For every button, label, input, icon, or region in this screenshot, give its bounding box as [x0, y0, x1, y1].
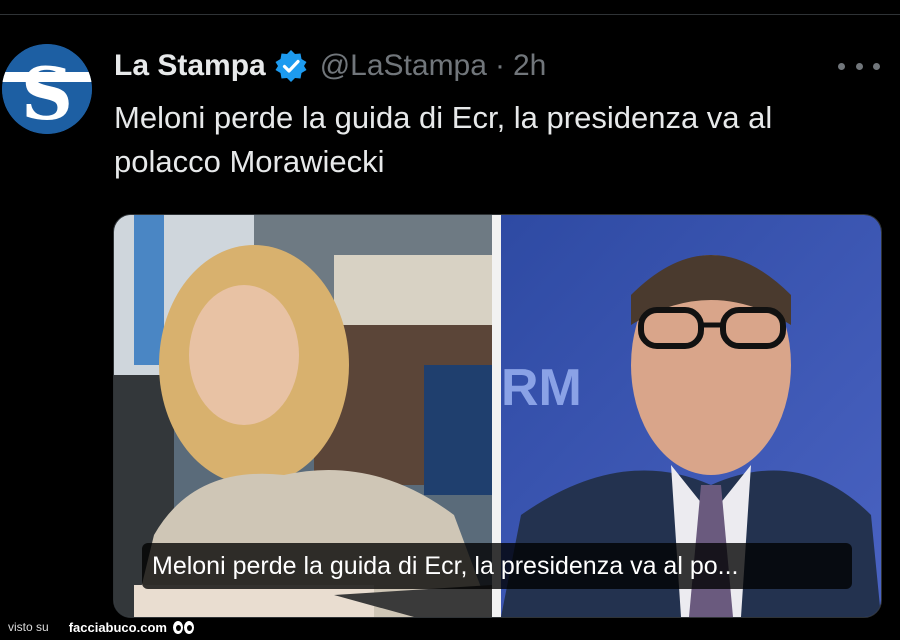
avatar[interactable]: S: [2, 44, 92, 134]
site-label[interactable]: facciabuco.com: [69, 620, 167, 635]
top-divider: [0, 14, 900, 15]
avatar-letter: S: [21, 51, 73, 134]
more-dot: [873, 62, 880, 70]
watermark-footer: visto su facciabuco.com: [8, 618, 195, 636]
tweet-header: La Stampa @LaStampa · 2h: [114, 46, 546, 86]
author-handle[interactable]: @LaStampa: [320, 49, 487, 83]
visto-label: visto su: [8, 620, 49, 634]
la-stampa-logo-icon: S: [2, 44, 92, 134]
verified-badge-icon[interactable]: [274, 49, 308, 83]
author-name[interactable]: La Stampa: [114, 49, 266, 83]
tweet-time[interactable]: 2h: [513, 49, 546, 83]
background-sign-text: RM: [501, 359, 582, 417]
media-caption: Meloni perde la guida di Ecr, la preside…: [142, 543, 852, 589]
more-dot: [838, 62, 845, 70]
tweet-text: Meloni perde la guida di Ecr, la preside…: [114, 100, 773, 179]
more-dot: [855, 62, 863, 70]
eyes-icon: [172, 620, 195, 634]
tweet-media[interactable]: RM Meloni perde la guida di Ecr, la pres…: [113, 214, 882, 618]
eye-right: [183, 620, 194, 634]
header-separator: ·: [494, 49, 505, 82]
eye-left: [172, 620, 183, 634]
tweet-screenshot: S La Stampa @LaStampa · 2h Meloni perde …: [0, 0, 900, 640]
more-options-icon[interactable]: [838, 52, 880, 80]
